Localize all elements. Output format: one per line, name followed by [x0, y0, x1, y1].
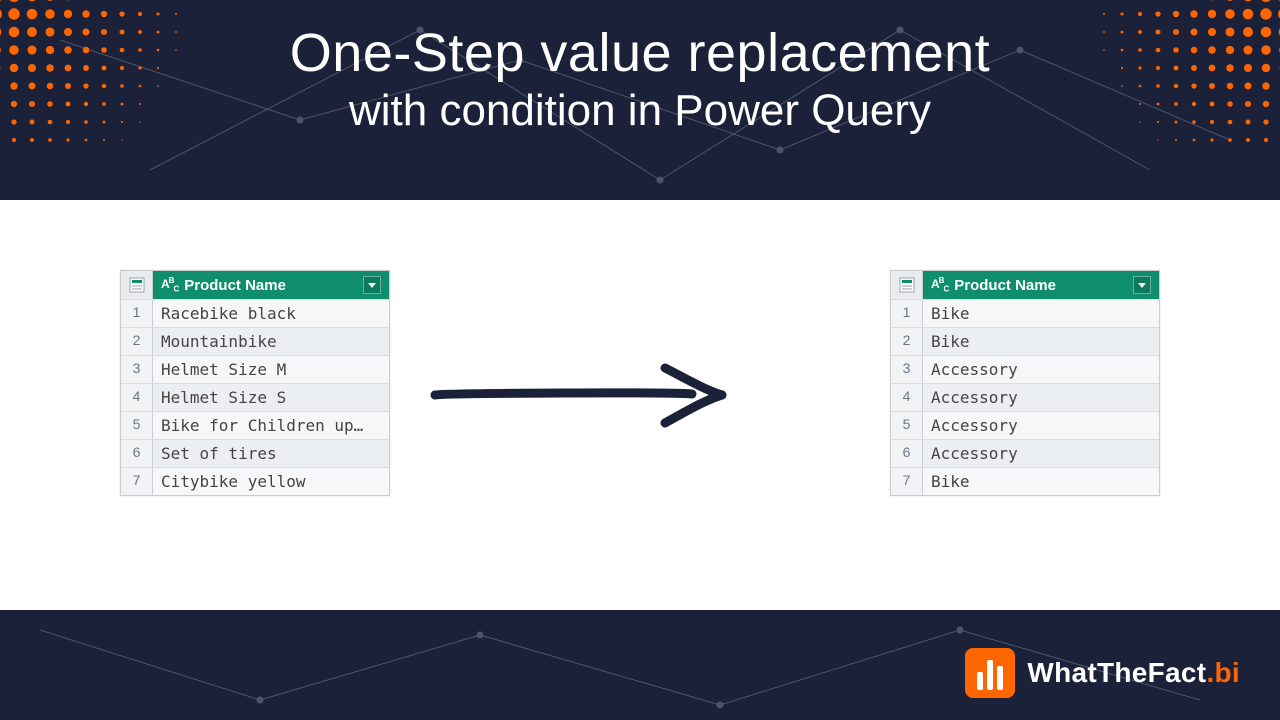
table-row[interactable]: 4Helmet Size S: [121, 383, 389, 411]
cell-value: Bike: [923, 328, 1159, 355]
table-row[interactable]: 1Bike: [891, 299, 1159, 327]
table-row[interactable]: 6Accessory: [891, 439, 1159, 467]
table-row[interactable]: 7Bike: [891, 467, 1159, 495]
column-header[interactable]: ABC Product Name: [923, 271, 1159, 299]
row-index: 7: [121, 468, 153, 495]
cell-value: Bike: [923, 468, 1159, 495]
row-index: 3: [891, 356, 923, 383]
cell-value: Accessory: [923, 356, 1159, 383]
cell-value: Helmet Size S: [153, 384, 389, 411]
cell-value: Bike for Children up…: [153, 412, 389, 439]
column-filter-icon[interactable]: [363, 276, 381, 294]
column-name: Product Name: [184, 277, 286, 294]
text-type-icon: ABC: [931, 277, 948, 293]
header-band: One-Step value replacement with conditio…: [0, 0, 1280, 200]
cell-value: Bike: [923, 300, 1159, 327]
table-row[interactable]: 3Helmet Size M: [121, 355, 389, 383]
table-select-all-icon[interactable]: [121, 271, 153, 299]
column-header[interactable]: ABC Product Name: [153, 271, 389, 299]
table-row[interactable]: 3Accessory: [891, 355, 1159, 383]
page-subtitle: with condition in Power Query: [0, 86, 1280, 136]
brand-logo: WhatTheFact.bi: [965, 648, 1240, 698]
row-index: 1: [121, 300, 153, 327]
source-table: ABC Product Name 1Racebike black2Mountai…: [120, 270, 390, 496]
row-index: 5: [891, 412, 923, 439]
cell-value: Citybike yellow: [153, 468, 389, 495]
table-body: 1Racebike black2Mountainbike3Helmet Size…: [121, 299, 389, 495]
table-row[interactable]: 7Citybike yellow: [121, 467, 389, 495]
row-index: 2: [891, 328, 923, 355]
table-body: 1Bike2Bike3Accessory4Accessory5Accessory…: [891, 299, 1159, 495]
row-index: 7: [891, 468, 923, 495]
table-row[interactable]: 2Mountainbike: [121, 327, 389, 355]
cell-value: Accessory: [923, 440, 1159, 467]
footer-band: WhatTheFact.bi: [0, 610, 1280, 720]
cell-value: Accessory: [923, 412, 1159, 439]
table-row[interactable]: 5Bike for Children up…: [121, 411, 389, 439]
table-row[interactable]: 6Set of tires: [121, 439, 389, 467]
table-row[interactable]: 1Racebike black: [121, 299, 389, 327]
row-index: 4: [121, 384, 153, 411]
result-table: ABC Product Name 1Bike2Bike3Accessory4Ac…: [890, 270, 1160, 496]
cell-value: Set of tires: [153, 440, 389, 467]
content-area: ABC Product Name 1Racebike black2Mountai…: [0, 200, 1280, 610]
cell-value: Accessory: [923, 384, 1159, 411]
text-type-icon: ABC: [161, 277, 178, 293]
row-index: 1: [891, 300, 923, 327]
column-filter-icon[interactable]: [1133, 276, 1151, 294]
brand-suffix: .bi: [1206, 657, 1240, 688]
brand-name: WhatTheFact: [1027, 657, 1206, 688]
page-title: One-Step value replacement: [0, 22, 1280, 84]
row-index: 6: [891, 440, 923, 467]
arrow-icon: [430, 360, 730, 430]
logo-mark-icon: [965, 648, 1015, 698]
table-row[interactable]: 5Accessory: [891, 411, 1159, 439]
table-select-all-icon[interactable]: [891, 271, 923, 299]
row-index: 5: [121, 412, 153, 439]
table-header-row: ABC Product Name: [891, 271, 1159, 299]
row-index: 2: [121, 328, 153, 355]
row-index: 6: [121, 440, 153, 467]
cell-value: Helmet Size M: [153, 356, 389, 383]
row-index: 4: [891, 384, 923, 411]
cell-value: Mountainbike: [153, 328, 389, 355]
table-row[interactable]: 2Bike: [891, 327, 1159, 355]
table-header-row: ABC Product Name: [121, 271, 389, 299]
table-row[interactable]: 4Accessory: [891, 383, 1159, 411]
cell-value: Racebike black: [153, 300, 389, 327]
row-index: 3: [121, 356, 153, 383]
column-name: Product Name: [954, 277, 1056, 294]
